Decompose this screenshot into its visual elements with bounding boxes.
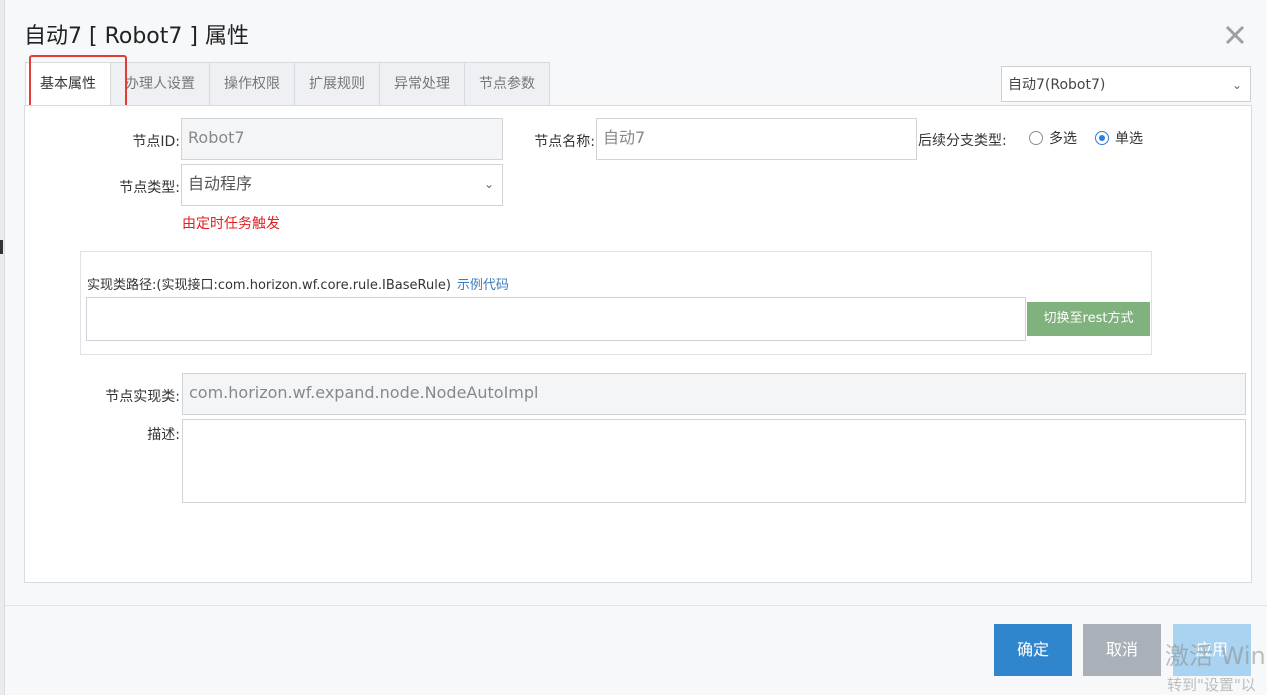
impl-class-section: 实现类路径:(实现接口:com.horizon.wf.core.rule.IBa… <box>80 251 1152 355</box>
activation-watermark-sub: 转到"设置"以 <box>1167 676 1256 694</box>
cancel-button[interactable]: 取消 <box>1083 624 1161 676</box>
tab-label: 扩展规则 <box>309 76 365 92</box>
branch-type-label: 后续分支类型: <box>918 133 1007 149</box>
tab-label: 操作权限 <box>224 76 280 92</box>
description-textarea[interactable] <box>182 419 1246 503</box>
chevron-down-icon: ⌄ <box>483 177 494 191</box>
chevron-down-icon: ⌄ <box>1231 78 1242 92</box>
tab-node-params[interactable]: 节点参数 <box>465 62 550 106</box>
switch-to-rest-button[interactable]: 切换至rest方式 <box>1027 302 1150 336</box>
tab-extension-rules[interactable]: 扩展规则 <box>295 62 380 106</box>
radio-checked-icon <box>1095 131 1109 145</box>
node-type-label: 节点类型: <box>119 180 180 196</box>
node-name-field[interactable]: 自动7 <box>596 118 917 160</box>
tab-permissions[interactable]: 操作权限 <box>210 62 295 106</box>
tab-label: 异常处理 <box>394 76 450 92</box>
impl-class-value: com.horizon.wf.expand.node.NodeAutoImpl <box>189 383 539 402</box>
impl-class-label: 节点实现类: <box>105 389 180 405</box>
tab-label: 办理人设置 <box>125 76 195 92</box>
branch-option-multi[interactable]: 多选 <box>1029 128 1077 148</box>
branch-type-radio-group: 多选 单选 <box>1029 128 1161 148</box>
node-id-field[interactable]: Robot7 <box>181 118 503 160</box>
ok-button[interactable]: 确定 <box>994 624 1072 676</box>
description-label: 描述: <box>147 427 180 443</box>
tab-label: 节点参数 <box>479 76 535 92</box>
close-icon[interactable] <box>1222 22 1248 48</box>
tab-basic-properties[interactable]: 基本属性 <box>25 55 127 111</box>
node-id-value: Robot7 <box>188 128 245 147</box>
tab-bar: 基本属性 办理人设置 操作权限 扩展规则 异常处理 节点参数 <box>25 55 550 111</box>
footer-divider <box>5 605 1267 606</box>
node-selector-value: 自动7(Robot7) <box>1008 77 1106 93</box>
impl-caption: 实现类路径:(实现接口:com.horizon.wf.core.rule.IBa… <box>87 274 509 293</box>
branch-option-label: 单选 <box>1115 131 1143 147</box>
example-code-link[interactable]: 示例代码 <box>457 278 509 293</box>
apply-button[interactable]: 应用 <box>1173 624 1251 676</box>
branch-option-label: 多选 <box>1049 131 1077 147</box>
tab-label: 基本属性 <box>40 76 96 92</box>
tab-exception-handling[interactable]: 异常处理 <box>380 62 465 106</box>
impl-class-field[interactable]: com.horizon.wf.expand.node.NodeAutoImpl <box>182 373 1246 415</box>
tab-handler-settings[interactable]: 办理人设置 <box>111 62 210 106</box>
branch-option-single[interactable]: 单选 <box>1095 128 1143 148</box>
node-name-label: 节点名称: <box>534 134 595 150</box>
impl-caption-text: 实现类路径:(实现接口:com.horizon.wf.core.rule.IBa… <box>87 278 451 293</box>
edge-marker <box>0 240 3 254</box>
dialog-title: 自动7 [ Robot7 ] 属性 <box>24 24 249 49</box>
node-type-select[interactable]: 自动程序 ⌄ <box>181 164 503 206</box>
node-selector[interactable]: 自动7(Robot7) ⌄ <box>1001 66 1251 102</box>
node-id-label: 节点ID: <box>132 134 180 150</box>
node-type-hint: 由定时任务触发 <box>182 216 280 232</box>
radio-icon <box>1029 131 1043 145</box>
properties-dialog: 自动7 [ Robot7 ] 属性 基本属性 办理人设置 操作权限 扩展规则 异… <box>4 0 1267 695</box>
impl-path-input[interactable] <box>86 297 1026 341</box>
basic-properties-panel: 节点ID: Robot7 节点名称: 自动7 后续分支类型: 多选 单选 节点类… <box>24 105 1252 583</box>
node-name-value: 自动7 <box>603 128 646 147</box>
node-type-value: 自动程序 <box>188 174 253 193</box>
